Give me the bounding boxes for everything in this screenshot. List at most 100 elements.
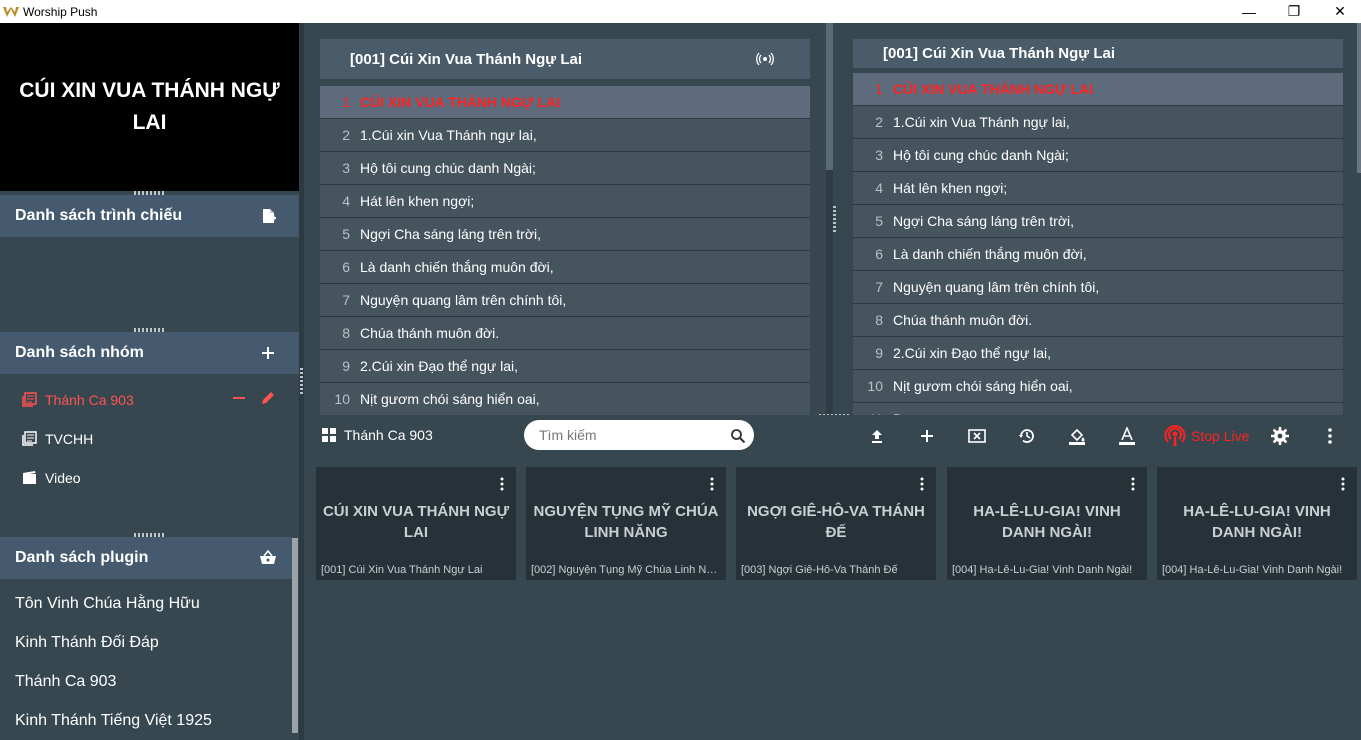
- edit-icon[interactable]: [260, 390, 276, 409]
- minimize-button[interactable]: —: [1226, 0, 1272, 23]
- verse-text: Ngợi Cha sáng láng trên trời,: [893, 213, 1075, 229]
- card-title: HA-LÊ-LU-GIA! VINH DANH NGÀI!: [1183, 503, 1331, 541]
- text-color-icon[interactable]: [1118, 427, 1136, 445]
- verse-number: 8: [875, 312, 883, 328]
- card-title: HA-LÊ-LU-GIA! VINH DANH NGÀI!: [973, 503, 1121, 541]
- song-card[interactable]: HA-LÊ-LU-GIA! VINH DANH NGÀI! [004] Ha-Lê…: [947, 467, 1147, 580]
- song-card[interactable]: NGỢI GIÊ-HÔ-VA THÁNH ĐẾ [003] Ngợi Giê-Hô…: [736, 467, 936, 580]
- verse-text: Ngợi Cha sáng láng trên trời,: [360, 226, 542, 242]
- verse-number: 7: [342, 292, 350, 308]
- verse-text: Chúa thánh muôn đời.: [893, 312, 1033, 328]
- library-icon: [22, 392, 37, 407]
- card-title: NGỢI GIÊ-HÔ-VA THÁNH ĐẾ: [747, 503, 925, 541]
- verse-text: CÚI XIN VUA THÁNH NGỰ LAI: [893, 81, 1094, 97]
- movie-icon: [22, 470, 37, 485]
- verse-row[interactable]: 1 CÚI XIN VUA THÁNH NGỰ LAI: [853, 73, 1343, 106]
- song-card[interactable]: NGUYỆN TỤNG MỸ CHÚA LINH NĂNG [002] Nguyệ…: [526, 467, 726, 580]
- left-panel-scrollbar[interactable]: [826, 23, 833, 170]
- upload-icon[interactable]: [868, 427, 886, 445]
- close-button[interactable]: ✕: [1317, 0, 1361, 23]
- verse-text: 2.Cúi xin Đạo thể ngự lai,: [893, 345, 1052, 361]
- plugin-list-header: Danh sách plugin: [0, 537, 292, 579]
- right-panel-scrollbar[interactable]: [1357, 23, 1361, 173]
- verse-row[interactable]: 7 Nguyện quang lâm trên chính tôi,: [320, 284, 810, 317]
- history-icon[interactable]: [1018, 427, 1036, 445]
- verse-text: Hộ tôi cung chúc danh Ngài;: [360, 160, 536, 176]
- verse-number: 2: [875, 114, 883, 130]
- song-title: [001] Cúi Xin Vua Thánh Ngự Lai: [883, 45, 1115, 62]
- plugin-item[interactable]: Tôn Vinh Chúa Hằng Hữu: [15, 595, 200, 613]
- verse-row[interactable]: 8 Chúa thánh muôn đời.: [320, 317, 810, 350]
- verse-text: Là danh chiến thắng muôn đời,: [893, 246, 1087, 262]
- verse-row[interactable]: 2 1.Cúi xin Vua Thánh ngự lai,: [853, 106, 1343, 139]
- verse-row[interactable]: 5 Ngợi Cha sáng láng trên trời,: [320, 218, 810, 251]
- more-vert-icon[interactable]: [1321, 427, 1339, 445]
- maximize-button[interactable]: ❐: [1271, 0, 1317, 23]
- live-preview: CÚI XIN VUA THÁNH NGỰ LAI: [0, 23, 299, 191]
- verse-text: 1.Cúi xin Vua Thánh ngự lai,: [893, 114, 1070, 130]
- verse-row[interactable]: 1 CÚI XIN VUA THÁNH NGỰ LAI: [320, 86, 810, 119]
- add-group-icon[interactable]: [259, 344, 277, 362]
- title-bar: Worship Push — ❐ ✕: [0, 0, 1361, 23]
- stop-live-label: Stop Live: [1191, 428, 1250, 444]
- search-input[interactable]: Tìm kiếm: [524, 420, 754, 450]
- card-title: CÚI XIN VUA THÁNH NGỰ LAI: [322, 503, 510, 541]
- collection-name: Thánh Ca 903: [344, 427, 433, 443]
- verse-text: 1.Cúi xin Vua Thánh ngự lai,: [360, 127, 537, 143]
- song-card[interactable]: HA-LÊ-LU-GIA! VINH DANH NGÀI! [004] Ha-Lê…: [1157, 467, 1357, 580]
- verse-row[interactable]: 6 Là danh chiến thắng muôn đời,: [320, 251, 810, 284]
- card-subtitle: [003] Ngợi Giê-Hô-Va Thánh Đế: [741, 564, 898, 576]
- plugin-scrollbar[interactable]: [292, 538, 298, 733]
- verse-number: 1: [342, 94, 350, 110]
- group-item-tvchh[interactable]: TVCHH: [0, 419, 299, 458]
- plugin-item[interactable]: Kinh Thánh Tiếng Việt 1925: [15, 712, 212, 730]
- verse-row[interactable]: 2 1.Cúi xin Vua Thánh ngự lai,: [320, 119, 810, 152]
- verse-number: 10: [334, 391, 350, 407]
- clear-box-icon[interactable]: [968, 427, 986, 445]
- verse-row[interactable]: 6 Là danh chiến thắng muôn đời,: [853, 238, 1343, 271]
- verse-number: 4: [875, 180, 883, 196]
- verse-row[interactable]: 8 Chúa thánh muôn đời.: [853, 304, 1343, 337]
- plugin-item[interactable]: Thánh Ca 903: [15, 673, 116, 691]
- store-basket-icon[interactable]: [259, 549, 277, 567]
- verse-row[interactable]: 9 2.Cúi xin Đạo thể ngự lai,: [853, 337, 1343, 370]
- verse-number: 3: [342, 160, 350, 176]
- broadcast-icon[interactable]: [756, 52, 774, 70]
- verse-row[interactable]: 5 Ngợi Cha sáng láng trên trời,: [853, 205, 1343, 238]
- verse-row[interactable]: 9 2.Cúi xin Đạo thể ngự lai,: [320, 350, 810, 383]
- verse-row[interactable]: 3 Hộ tôi cung chúc danh Ngài;: [853, 139, 1343, 172]
- add-icon[interactable]: [918, 427, 936, 445]
- plugin-item[interactable]: Kinh Thánh Đối Đáp: [15, 634, 159, 652]
- group-item-thanh-ca-903[interactable]: Thánh Ca 903: [0, 380, 299, 419]
- resize-handle[interactable]: [833, 205, 836, 233]
- fill-color-icon[interactable]: [1068, 427, 1086, 445]
- verse-text: Chúa thánh muôn đời.: [360, 325, 500, 341]
- remove-icon[interactable]: [232, 389, 246, 410]
- panel-divider[interactable]: [826, 170, 833, 415]
- plugin-list-title: Danh sách plugin: [15, 549, 149, 566]
- verse-number: 1: [875, 81, 883, 97]
- stop-live-button[interactable]: Stop Live: [1164, 425, 1249, 447]
- song-card-grid: CÚI XIN VUA THÁNH NGỰ LAI [001] Cúi Xin V…: [304, 457, 1361, 740]
- card-subtitle: [002] Nguyện Tụng Mỹ Chúa Linh Năng: [531, 564, 721, 576]
- verse-row[interactable]: 4 Hát lên khen ngợi;: [320, 185, 810, 218]
- group-item-video[interactable]: Video: [0, 458, 299, 497]
- verse-text: CÚI XIN VUA THÁNH NGỰ LAI: [360, 94, 561, 110]
- verse-row[interactable]: 7 Nguyện quang lâm trên chính tôi,: [853, 271, 1343, 304]
- verse-text: 2.Cúi xin Đạo thể ngự lai,: [360, 358, 519, 374]
- verse-number: 7: [875, 279, 883, 295]
- resize-handle[interactable]: [300, 367, 303, 395]
- new-presentation-icon[interactable]: [259, 207, 277, 225]
- library-icon: [22, 431, 37, 446]
- song-card[interactable]: CÚI XIN VUA THÁNH NGỰ LAI [001] Cúi Xin V…: [316, 467, 516, 580]
- verse-row[interactable]: 10 Nịt gươm chói sáng hiển oai,: [320, 383, 810, 415]
- verse-row[interactable]: 4 Hát lên khen ngợi;: [853, 172, 1343, 205]
- settings-gear-icon[interactable]: [1271, 427, 1289, 445]
- song-panel-right: [001] Cúi Xin Vua Thánh Ngự Lai 1 CÚI XIN…: [853, 39, 1343, 415]
- collection-selector[interactable]: Thánh Ca 903: [322, 427, 433, 443]
- verse-row[interactable]: 10 Nịt gươm chói sáng hiển oai,: [853, 370, 1343, 403]
- presentation-list-title: Danh sách trình chiếu: [15, 207, 183, 224]
- search-icon[interactable]: [730, 428, 746, 449]
- verse-row[interactable]: 11Đ...: [853, 403, 1343, 415]
- verse-row[interactable]: 3 Hộ tôi cung chúc danh Ngài;: [320, 152, 810, 185]
